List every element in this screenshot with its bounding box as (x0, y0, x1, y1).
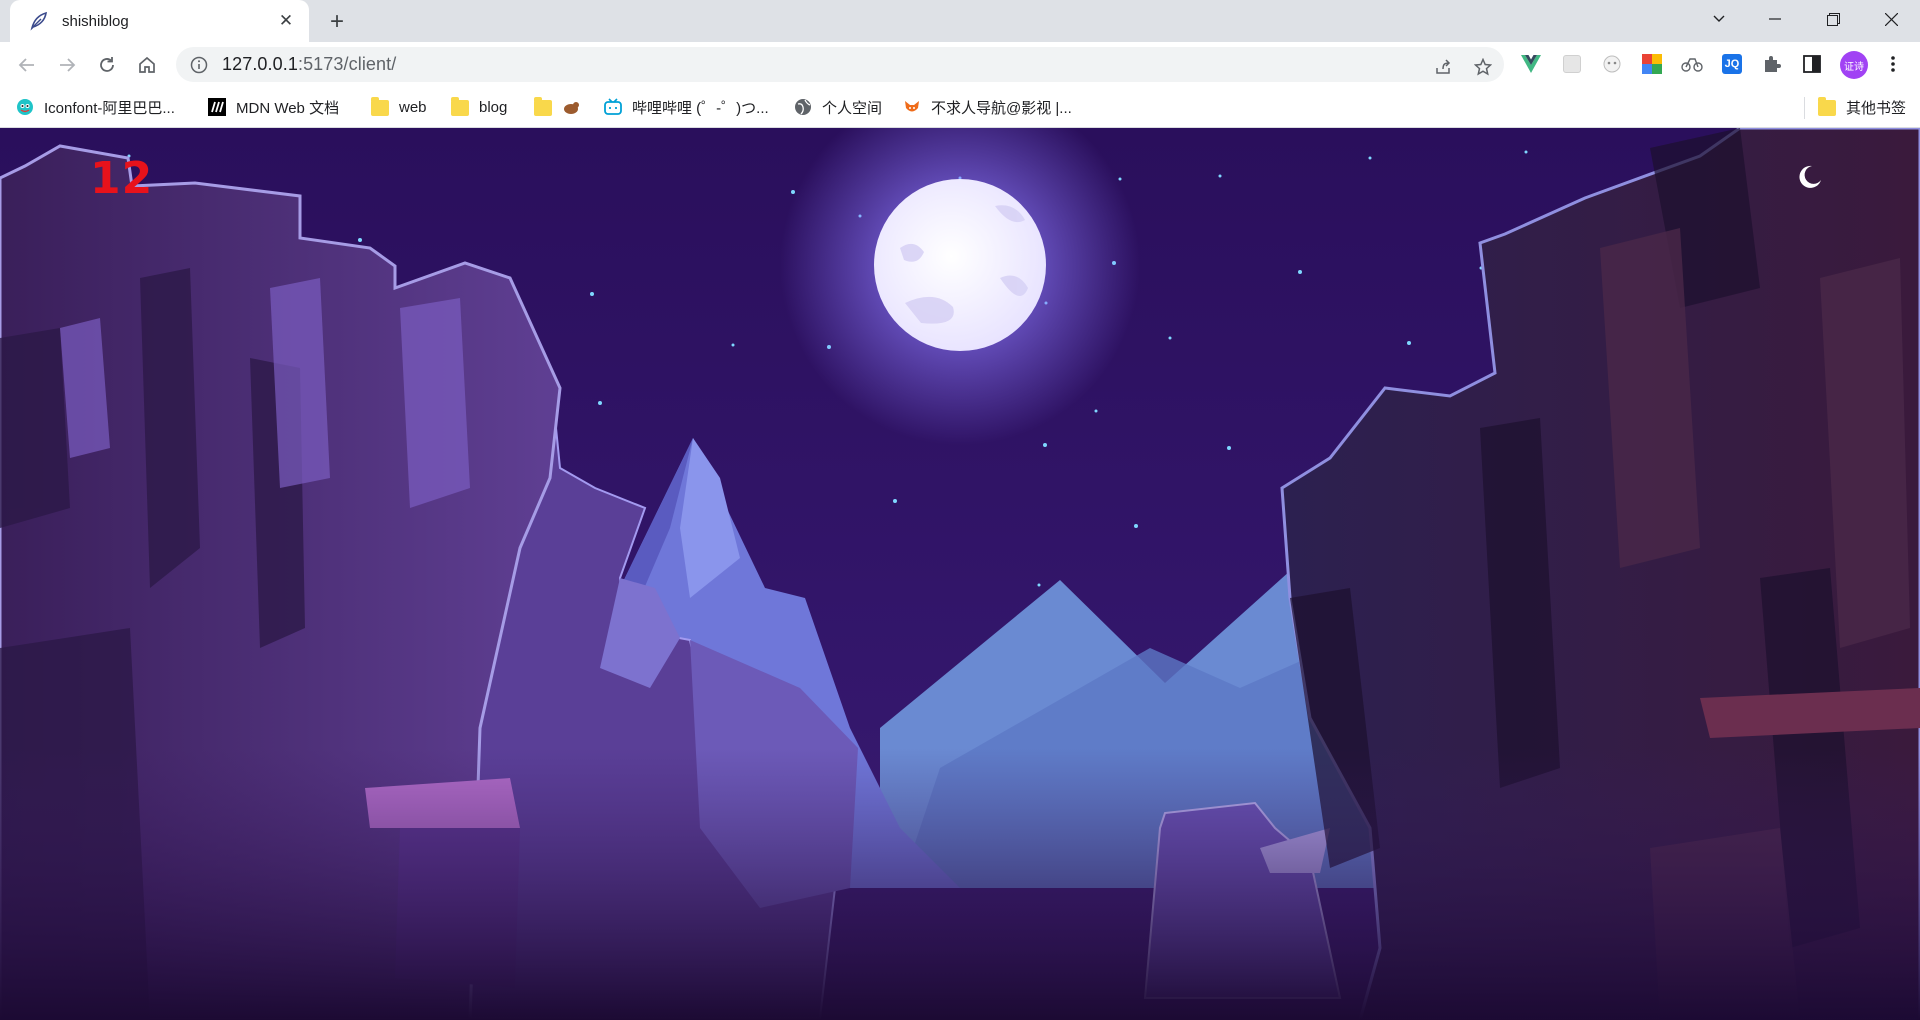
bookmark-label: blog (479, 98, 508, 116)
folder-icon (534, 97, 552, 116)
tab-search-icon[interactable] (1694, 0, 1744, 38)
close-window-icon[interactable] (1866, 0, 1916, 38)
bookmark-label: 其他书签 (1846, 99, 1907, 117)
bookmark-folder-blog[interactable]: blog (451, 95, 507, 119)
folder-icon (451, 97, 469, 116)
mdn-icon (208, 98, 226, 116)
folder-icon (1818, 97, 1836, 116)
tab-strip: shishiblog ✕ + (0, 0, 1920, 42)
bookmark-folder-unnamed[interactable] (534, 95, 580, 119)
bookmark-label: 个人空间 (822, 99, 883, 117)
bookmark-label: Iconfont-阿里巴巴... (44, 99, 175, 117)
bookmark-folder-web[interactable]: web (371, 95, 427, 119)
bear-icon (564, 102, 579, 114)
bookmark-other[interactable]: 其他书签 (1818, 95, 1906, 119)
moon (874, 179, 1046, 351)
color-palette-icon[interactable] (1641, 53, 1663, 75)
star-bookmark-icon[interactable] (1472, 56, 1494, 78)
puzzle-extensions-icon[interactable] (1761, 53, 1783, 75)
counter-number: 12 (90, 153, 154, 204)
globe-icon (795, 99, 811, 115)
bookmark-personal-space[interactable]: 个人空间 (794, 95, 882, 119)
tab-title: shishiblog (62, 12, 129, 30)
cycle-extension-icon[interactable] (1681, 53, 1703, 75)
reload-icon[interactable] (92, 50, 122, 80)
back-icon[interactable] (12, 50, 42, 80)
browser-toolbar: 127.0.0.1:5173/client/ JQ 证诗 (0, 42, 1920, 87)
url-text: 127.0.0.1:5173/client/ (222, 54, 397, 74)
bookmarks-divider (1804, 97, 1805, 119)
side-panel-icon[interactable] (1801, 53, 1823, 75)
fox-icon (905, 101, 919, 112)
moon-icon[interactable] (1794, 162, 1824, 192)
new-tab-icon[interactable]: + (324, 8, 350, 35)
bookmark-iconfont[interactable]: Iconfont-阿里巴巴... (16, 95, 175, 119)
menu-kebab-icon[interactable] (1882, 53, 1904, 75)
bookmark-navigation[interactable]: 不求人导航@影视 |... (903, 95, 1072, 119)
bookmark-mdn[interactable]: MDN Web 文档 (208, 95, 339, 119)
bookmark-bilibili[interactable]: 哔哩哔哩 (゜-゜)つ... (604, 95, 769, 119)
night-canyon-background (0, 128, 1920, 1020)
bookmarks-bar: Iconfont-阿里巴巴... MDN Web 文档 web blog 哔哩哔… (0, 87, 1920, 128)
extension-gray-icon[interactable] (1561, 53, 1583, 75)
extension-face-icon[interactable] (1601, 53, 1623, 75)
tab-active[interactable]: shishiblog ✕ (10, 0, 309, 42)
restore-icon[interactable] (1808, 0, 1858, 38)
vue-devtools-icon[interactable] (1520, 53, 1542, 75)
site-info-icon[interactable] (190, 56, 208, 74)
forward-icon[interactable] (52, 50, 82, 80)
bookmark-label: 不求人导航@影视 |... (931, 99, 1072, 117)
bookmark-label: MDN Web 文档 (236, 99, 340, 117)
bookmark-label: web (399, 98, 427, 116)
bilibili-icon (604, 98, 622, 115)
bookmark-label: 哔哩哔哩 (゜-゜)つ... (632, 99, 769, 117)
feather-icon (30, 11, 47, 31)
extension-blue-icon[interactable]: JQ (1721, 53, 1743, 75)
folder-icon (371, 97, 389, 116)
home-icon[interactable] (132, 50, 162, 80)
share-icon[interactable] (1432, 56, 1454, 78)
iconfont-icon (17, 99, 33, 115)
profile-avatar[interactable]: 证诗 (1840, 51, 1868, 79)
close-tab-icon[interactable]: ✕ (275, 10, 297, 32)
address-bar[interactable]: 127.0.0.1:5173/client/ (176, 47, 1504, 82)
minimize-icon[interactable] (1750, 0, 1800, 38)
page-viewport: 12 (0, 128, 1920, 1020)
